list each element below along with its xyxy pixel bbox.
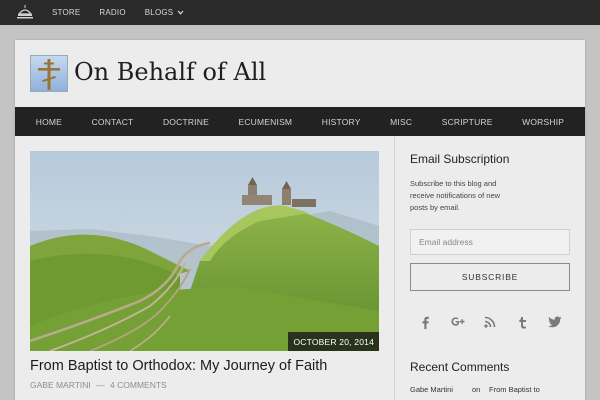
- email-input[interactable]: [410, 229, 570, 255]
- nav-doctrine[interactable]: DOCTRINE: [163, 117, 209, 127]
- nav-contact[interactable]: CONTACT: [92, 117, 134, 127]
- post-comments-link[interactable]: 4 COMMENTS: [110, 380, 167, 390]
- mountain-church-image: [30, 151, 379, 351]
- top-nav-label: STORE: [52, 8, 81, 17]
- rss-icon[interactable]: [483, 315, 497, 329]
- recent-comment-author[interactable]: Gabe Martini: [410, 385, 472, 394]
- nav-history[interactable]: HISTORY: [322, 117, 361, 127]
- facebook-icon[interactable]: [418, 315, 432, 329]
- top-nav-store[interactable]: STORE: [52, 8, 80, 17]
- page-container: On Behalf of All HOME CONTACT DOCTRINE E…: [15, 40, 585, 400]
- tumblr-icon[interactable]: [516, 315, 530, 329]
- top-nav: STORE RADIO BLOGS: [52, 0, 203, 25]
- top-nav-blogs[interactable]: BLOGS: [145, 8, 185, 17]
- recent-comment-post[interactable]: From Baptist to: [489, 385, 540, 394]
- subscribe-button[interactable]: SUBSCRIBE: [410, 263, 570, 291]
- column-divider: [394, 136, 395, 400]
- sidebar: Email Subscription Subscribe to this blo…: [410, 136, 570, 400]
- post-title[interactable]: From Baptist to Orthodox: My Journey of …: [30, 358, 327, 374]
- content-area: OCTOBER 20, 2014 From Baptist to Orthodo…: [15, 136, 585, 400]
- nav-ecumenism[interactable]: ECUMENISM: [238, 117, 292, 127]
- twitter-icon[interactable]: [548, 315, 562, 329]
- email-subscription-title: Email Subscription: [410, 152, 510, 166]
- nav-home[interactable]: HOME: [36, 117, 62, 127]
- meta-separator: —: [96, 380, 105, 390]
- chevron-down-icon: [177, 10, 184, 15]
- site-logo[interactable]: [30, 55, 68, 92]
- top-nav-label: RADIO: [99, 8, 126, 17]
- main-nav: HOME CONTACT DOCTRINE ECUMENISM HISTORY …: [15, 107, 585, 136]
- recent-comment-on: on: [472, 385, 481, 394]
- top-nav-radio[interactable]: RADIO: [99, 8, 125, 17]
- social-links: [410, 312, 570, 332]
- nav-scripture[interactable]: SCRIPTURE: [442, 117, 493, 127]
- site-title[interactable]: On Behalf of All: [74, 58, 266, 86]
- top-nav-label: BLOGS: [144, 8, 174, 17]
- featured-image[interactable]: OCTOBER 20, 2014: [30, 151, 379, 351]
- post-meta: GABE MARTINI — 4 COMMENTS: [30, 380, 170, 390]
- orthodox-cross-icon: [38, 59, 60, 90]
- google-plus-icon[interactable]: [450, 315, 465, 329]
- recent-comment-item: Gabe Martini on From Baptist to: [410, 385, 580, 394]
- top-bar: STORE RADIO BLOGS: [0, 0, 600, 25]
- nav-worship[interactable]: WORSHIP: [522, 117, 564, 127]
- recent-comments-title: Recent Comments: [410, 360, 510, 374]
- site-header: On Behalf of All: [15, 40, 585, 107]
- post-author[interactable]: GABE MARTINI: [30, 380, 91, 390]
- dome-icon[interactable]: [16, 4, 34, 20]
- post-date-badge: OCTOBER 20, 2014: [288, 332, 379, 351]
- email-subscription-desc: Subscribe to this blog and receive notif…: [410, 179, 501, 212]
- nav-misc[interactable]: MISC: [390, 117, 412, 127]
